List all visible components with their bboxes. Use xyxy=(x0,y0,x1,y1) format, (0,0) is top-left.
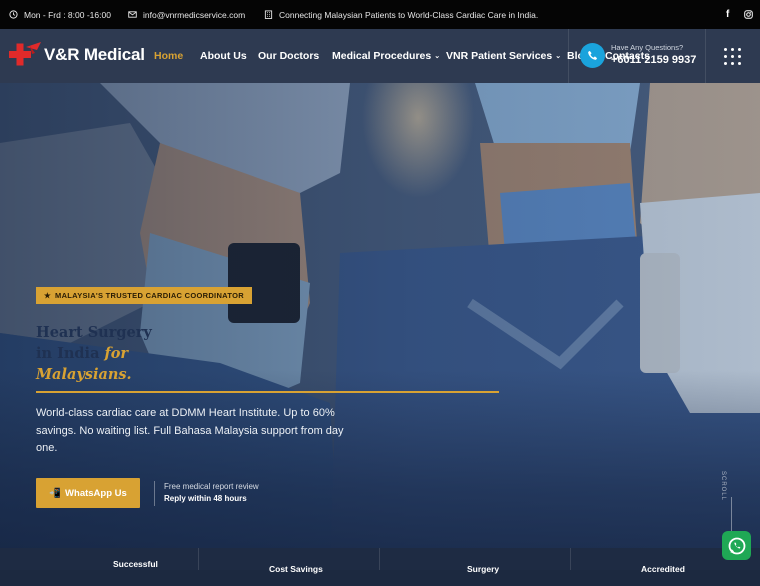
phone-icon xyxy=(588,50,598,60)
reply-note: Reply within 48 hours xyxy=(164,494,247,503)
clock-icon xyxy=(9,10,18,19)
logo-plane-cross-icon xyxy=(9,42,41,66)
stat-divider xyxy=(570,548,571,570)
chevron-down-icon: ⌄ xyxy=(434,53,441,60)
trusted-badge: ★ MALAYSIA'S TRUSTED CARDIAC COORDINATOR xyxy=(36,287,252,304)
nav-our-doctors[interactable]: Our Doctors xyxy=(258,50,319,62)
instagram-link[interactable] xyxy=(744,0,753,29)
top-bar: Mon - Frd : 8:00 -16:00 info@vnrmedicser… xyxy=(0,0,760,29)
hero-headline: Heart Surgery in India for Malaysians. xyxy=(36,322,152,385)
tagline-info: Connecting Malaysian Patients to World-C… xyxy=(264,0,538,29)
hero-subtext: World-class cardiac care at DDMM Heart I… xyxy=(36,407,344,454)
chevron-down-icon: ⌄ xyxy=(555,53,562,60)
headline-line-3: Malaysians. xyxy=(36,366,132,383)
headline-plain: in India xyxy=(36,345,105,362)
site-logo[interactable]: V&R Medical xyxy=(8,41,145,69)
whatsapp-float-button[interactable] xyxy=(722,531,751,560)
facebook-link[interactable]: f xyxy=(726,0,729,29)
instagram-icon[interactable] xyxy=(744,10,753,19)
hours-info: Mon - Frd : 8:00 -16:00 xyxy=(9,0,111,29)
building-icon xyxy=(264,10,273,19)
stat-cost-savings: Cost Savings xyxy=(269,564,323,574)
headline-line-2: in India for xyxy=(36,343,152,364)
review-note: Free medical report review xyxy=(164,482,259,491)
stat-divider xyxy=(198,548,199,570)
badge-text: MALAYSIA'S TRUSTED CARDIAC COORDINATOR xyxy=(55,291,244,300)
nav-procedures-label: Medical Procedures xyxy=(332,50,432,62)
site-header: V&R Medical Home About Us Our Doctors Me… xyxy=(0,29,760,83)
nav-about-label: About Us xyxy=(200,50,247,62)
stats-strip: Successful Cost Savings Surgery Accredit… xyxy=(0,548,760,574)
phone-message-icon: 📲 xyxy=(49,487,62,499)
scroll-indicator-label[interactable]: SCROLL xyxy=(720,471,726,501)
stat-divider xyxy=(379,548,380,570)
logo-text: V&R Medical xyxy=(44,45,145,64)
hero-divider xyxy=(36,391,499,393)
star-icon: ★ xyxy=(44,291,52,300)
nav-medical-procedures[interactable]: Medical Procedures ⌄ xyxy=(332,50,440,62)
header-phone-number[interactable]: +6011 2159 9937 xyxy=(611,54,696,66)
call-button[interactable] xyxy=(580,43,605,68)
nav-home[interactable]: Home xyxy=(154,50,183,62)
nav-home-label: Home xyxy=(154,50,184,62)
stat-accredited: Accredited xyxy=(641,564,685,574)
headline-accent: for xyxy=(104,345,129,362)
email-link[interactable]: info@vnrmedicservice.com xyxy=(143,10,245,20)
headline-line-1: Heart Surgery xyxy=(36,324,152,341)
email-info[interactable]: info@vnrmedicservice.com xyxy=(128,0,245,29)
whatsapp-icon xyxy=(728,537,745,554)
cta-divider xyxy=(154,481,155,506)
facebook-icon[interactable]: f xyxy=(726,9,729,20)
mail-icon xyxy=(128,11,137,18)
hours-text: Mon - Frd : 8:00 -16:00 xyxy=(24,9,111,20)
stat-surgery: Surgery xyxy=(467,564,500,574)
hero-section: ★ MALAYSIA'S TRUSTED CARDIAC COORDINATOR… xyxy=(0,83,760,570)
header-divider xyxy=(568,29,569,83)
whatsapp-cta-button[interactable]: 📲 WhatsApp Us xyxy=(36,478,140,508)
question-label: Have Any Questions? xyxy=(611,43,684,52)
scroll-indicator-line xyxy=(731,497,732,535)
nav-services-label: VNR Patient Services xyxy=(446,50,553,62)
nav-vnr-patient-services[interactable]: VNR Patient Services ⌄ xyxy=(446,50,561,62)
nav-about-us[interactable]: About Us xyxy=(200,50,247,62)
hero-bottom-fade xyxy=(0,370,760,570)
grid-menu-icon[interactable] xyxy=(724,48,741,65)
header-divider xyxy=(705,29,706,83)
stat-successful: Successful xyxy=(113,559,158,569)
cta-label: WhatsApp Us xyxy=(65,487,127,499)
nav-doctors-label: Our Doctors xyxy=(258,50,320,62)
tagline-text: Connecting Malaysian Patients to World-C… xyxy=(279,9,539,20)
